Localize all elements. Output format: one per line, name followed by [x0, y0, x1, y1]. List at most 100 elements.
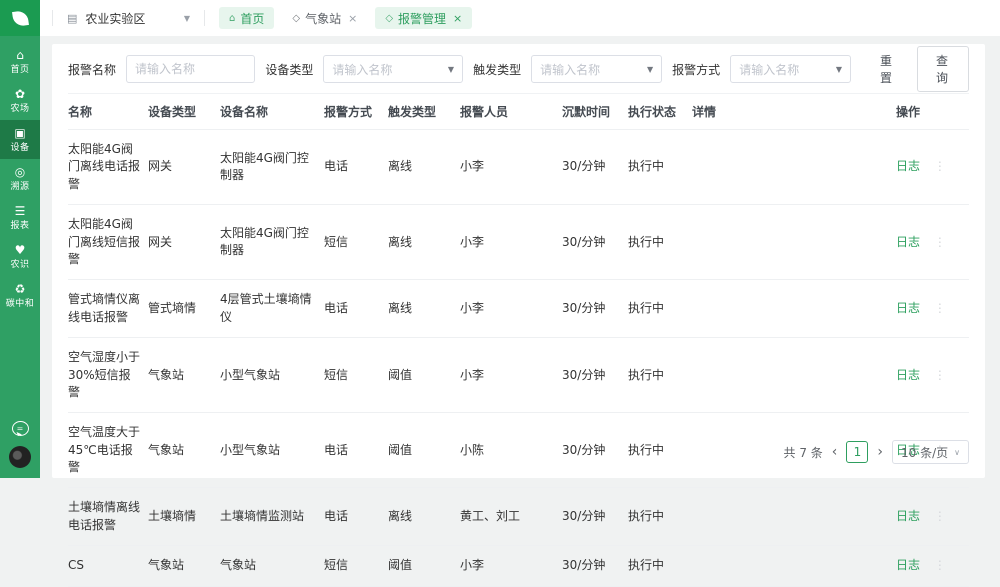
- topbar: ▤ 农业实验区 ▼ ⌂ 首页 × ◇ 气象站 × ◇ 报警管理 ×: [40, 0, 1000, 36]
- sidebar-item-icon: ✿: [15, 88, 25, 101]
- cell-device-type: 气象站: [148, 413, 220, 488]
- tab[interactable]: ⌂ 首页 ×: [219, 7, 274, 29]
- cell-device-name: 小型气象站: [220, 413, 324, 488]
- trigger-type-select[interactable]: 请输入名称 ▼: [531, 55, 662, 83]
- cell-alarm-person: 小李: [460, 130, 562, 205]
- sidebar-item[interactable]: ⌂ 首页: [0, 42, 40, 81]
- cell-alarm-method: 短信: [324, 338, 388, 413]
- sidebar-item[interactable]: ✿ 农场: [0, 81, 40, 120]
- alarm-name-input-wrap: [126, 55, 255, 83]
- col-detail: 详情: [692, 94, 896, 130]
- cell-trigger-type: 阈值: [388, 546, 460, 586]
- cell-exec-status: 执行中: [628, 280, 692, 338]
- cell-detail: [692, 280, 896, 338]
- cell-alarm-person: 小李: [460, 280, 562, 338]
- device-type-placeholder: 请输入名称: [332, 61, 392, 78]
- alarm-name-input[interactable]: [135, 62, 246, 76]
- sidebar-item-label: 报表: [10, 221, 29, 231]
- cell-silence-time: 30/分钟: [562, 280, 628, 338]
- content-card: 报警名称 设备类型 请输入名称 ▼ 触发类型 请输入名称 ▼ 报警方式 请输入名…: [52, 44, 985, 478]
- reset-button[interactable]: 重置: [867, 48, 907, 90]
- cell-action: 日志 ⋮: [896, 338, 969, 413]
- cell-alarm-person: 小李: [460, 338, 562, 413]
- alarm-method-select[interactable]: 请输入名称 ▼: [730, 55, 851, 83]
- log-link[interactable]: 日志: [896, 368, 920, 382]
- page-size-select[interactable]: 10 条/页 ∨: [892, 440, 969, 464]
- prev-page-icon[interactable]: ‹: [832, 445, 838, 459]
- more-actions-icon[interactable]: ⋮: [934, 235, 946, 249]
- log-link[interactable]: 日志: [896, 235, 920, 249]
- trigger-type-placeholder: 请输入名称: [540, 61, 600, 78]
- cell-detail: [692, 205, 896, 280]
- farm-selector[interactable]: ▤ 农业实验区 ▼: [61, 10, 196, 27]
- tab[interactable]: ◇ 气象站 ×: [282, 7, 367, 29]
- cell-name: 太阳能4G阀门离线短信报警: [68, 205, 148, 280]
- page-number[interactable]: 1: [846, 441, 868, 463]
- leaf-icon: [12, 10, 29, 27]
- more-actions-icon[interactable]: ⋮: [934, 558, 946, 572]
- divider: [204, 10, 205, 26]
- sidebar-item-icon: ◎: [15, 166, 25, 179]
- cell-device-name: 气象站: [220, 546, 324, 586]
- sidebar-item[interactable]: ◎ 溯源: [0, 159, 40, 198]
- cell-silence-time: 30/分钟: [562, 546, 628, 586]
- cell-exec-status: 执行中: [628, 413, 692, 488]
- log-link[interactable]: 日志: [896, 159, 920, 173]
- sidebar-item[interactable]: ▣ 设备: [0, 120, 40, 159]
- next-page-icon[interactable]: ›: [877, 445, 883, 459]
- col-alarm-person: 报警人员: [460, 94, 562, 130]
- cell-alarm-method: 电话: [324, 280, 388, 338]
- device-type-select[interactable]: 请输入名称 ▼: [323, 55, 463, 83]
- cell-name: CS: [68, 546, 148, 586]
- log-link[interactable]: 日志: [896, 301, 920, 315]
- log-link[interactable]: 日志: [896, 558, 920, 572]
- tab-icon: ◇: [292, 13, 300, 24]
- cell-alarm-person: 小李: [460, 205, 562, 280]
- building-icon: ▤: [67, 12, 77, 25]
- sidebar-item[interactable]: ☰ 报表: [0, 198, 40, 237]
- user-avatar[interactable]: [9, 446, 31, 468]
- sidebar-item-label: 碳中和: [6, 299, 35, 309]
- sidebar-item-icon: ▣: [14, 127, 25, 140]
- tab-icon: ◇: [385, 13, 393, 24]
- tab-bar: ⌂ 首页 × ◇ 气象站 × ◇ 报警管理 ×: [219, 7, 472, 29]
- table-body: 太阳能4G阀门离线电话报警 网关 太阳能4G阀门控制器 电话 离线 小李 30/…: [68, 130, 969, 587]
- cell-device-type: 气象站: [148, 338, 220, 413]
- sidebar-item[interactable]: ♻ 碳中和: [0, 276, 40, 315]
- col-action: 操作: [896, 94, 969, 130]
- chat-support-icon[interactable]: =: [12, 421, 29, 436]
- cell-detail: [692, 338, 896, 413]
- cell-device-type: 土壤墒情: [148, 488, 220, 546]
- trigger-type-label: 触发类型: [473, 61, 521, 78]
- more-actions-icon[interactable]: ⋮: [934, 368, 946, 382]
- sidebar-item[interactable]: ♥ 农识: [0, 237, 40, 276]
- log-link[interactable]: 日志: [896, 509, 920, 523]
- tab[interactable]: ◇ 报警管理 ×: [375, 7, 472, 29]
- chevron-down-icon: ∨: [954, 448, 960, 457]
- alarm-name-label: 报警名称: [68, 61, 116, 78]
- cell-device-name: 太阳能4G阀门控制器: [220, 130, 324, 205]
- table-row: 管式墒情仪离线电话报警 管式墒情 4层管式土壤墒情仪 电话 离线 小李 30/分…: [68, 280, 969, 338]
- cell-trigger-type: 离线: [388, 205, 460, 280]
- more-actions-icon[interactable]: ⋮: [934, 159, 946, 173]
- tab-label: 报警管理: [398, 10, 446, 27]
- search-button[interactable]: 查询: [917, 46, 969, 92]
- col-alarm-method: 报警方式: [324, 94, 388, 130]
- cell-device-type: 管式墒情: [148, 280, 220, 338]
- cell-name: 土壤墒情离线电话报警: [68, 488, 148, 546]
- main-content: 报警名称 设备类型 请输入名称 ▼ 触发类型 请输入名称 ▼ 报警方式 请输入名…: [40, 36, 1000, 478]
- col-device-name: 设备名称: [220, 94, 324, 130]
- cell-name: 管式墒情仪离线电话报警: [68, 280, 148, 338]
- table-row: 太阳能4G阀门离线短信报警 网关 太阳能4G阀门控制器 短信 离线 小李 30/…: [68, 205, 969, 280]
- more-actions-icon[interactable]: ⋮: [934, 509, 946, 523]
- cell-silence-time: 30/分钟: [562, 488, 628, 546]
- cell-detail: [692, 546, 896, 586]
- more-actions-icon[interactable]: ⋮: [934, 301, 946, 315]
- cell-exec-status: 执行中: [628, 205, 692, 280]
- cell-action: 日志 ⋮: [896, 546, 969, 586]
- cell-device-name: 土壤墒情监测站: [220, 488, 324, 546]
- cell-silence-time: 30/分钟: [562, 338, 628, 413]
- sidebar-item-label: 首页: [10, 65, 29, 75]
- tab-close-icon[interactable]: ×: [453, 12, 462, 25]
- tab-close-icon[interactable]: ×: [348, 12, 357, 25]
